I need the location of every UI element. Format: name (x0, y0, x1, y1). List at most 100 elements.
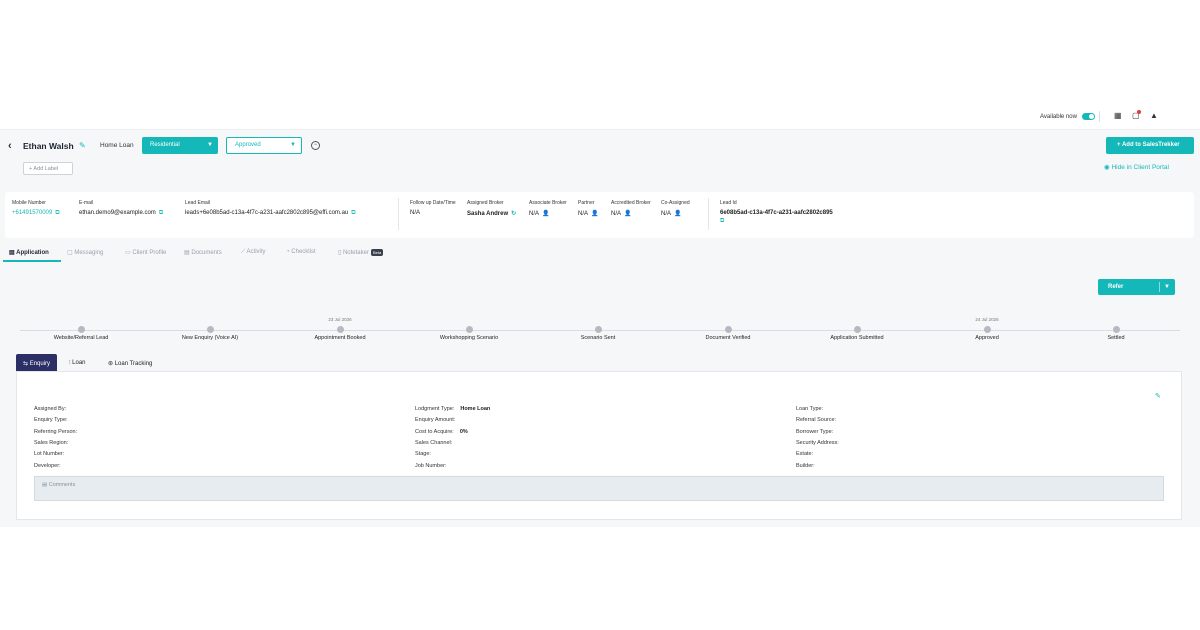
step-dot (336, 326, 344, 333)
category-dropdown[interactable]: Residential ▼ (142, 137, 218, 154)
field-value: Home Loan (460, 406, 491, 412)
follow-up-field: Follow up Date/Time N/A (410, 200, 456, 216)
tab-client-profile[interactable]: ▭ Client Profile (125, 249, 166, 256)
email-field: E-mail ethan.demo9@example.com ⧉ (79, 200, 164, 216)
edit-name-icon[interactable]: ✎ (79, 141, 86, 150)
tab-application[interactable]: ▤ Application (9, 249, 49, 256)
pipeline-step[interactable]: Workshopping Scenario (404, 317, 534, 341)
hide-in-client-portal-link[interactable]: ◉ Hide in Client Portal (1104, 163, 1169, 171)
step-label: Approved (975, 335, 999, 341)
step-label: Document Verified (705, 335, 751, 341)
step-date (1051, 317, 1181, 326)
assigned-broker-field: Assigned Broker Sasha Andrew ↻ (467, 200, 517, 217)
refer-button[interactable]: Refer ▼ (1098, 279, 1175, 295)
pipeline-step[interactable]: Website/Referral Lead (16, 317, 146, 341)
field-label: Lodgment Type: (415, 406, 455, 412)
associate-broker-field: Associate Broker N/A 👤 (529, 200, 567, 217)
step-label: New Enquiry (Voice AI) (181, 335, 239, 341)
comments-box[interactable]: ▤ Comments (34, 476, 1164, 501)
step-date (792, 317, 922, 326)
step-label: Workshopping Scenario (439, 335, 499, 341)
enquiry-field: Enquiry Amount: (415, 417, 461, 423)
tab-messaging[interactable]: ▢ Messaging (67, 249, 103, 256)
tab-activity[interactable]: ⟋ Activity (241, 249, 266, 256)
field-label: Cost to Acquire: (415, 428, 454, 435)
subtab-enquiry[interactable]: ⇆ Enquiry (16, 354, 58, 372)
refresh-icon[interactable]: ↻ (511, 211, 516, 217)
assign-user-icon[interactable]: 👤 (624, 211, 631, 217)
step-label: Scenario Sent (580, 335, 616, 341)
subtab-loan-tracking[interactable]: ⊛ Loan Tracking (101, 354, 159, 372)
category-dropdown-value: Residential (150, 142, 180, 148)
email-value: ethan.demo9@example.com ⧉ (79, 210, 164, 216)
tab-documents[interactable]: ▤ Documents (184, 249, 222, 256)
copy-icon[interactable]: ⧉ (720, 218, 833, 225)
field-label: Assigned By: (34, 406, 67, 412)
step-dot (594, 326, 602, 333)
enquiry-field: Lot Number: (34, 451, 70, 457)
enquiry-field: Estate: (796, 451, 819, 457)
field-label: Referring Person: (34, 428, 78, 435)
main-tabs: ▤ Application ▢ Messaging ▭ Client Profi… (3, 244, 403, 262)
co-assigned-field: Co-Assigned N/A 👤 (661, 200, 690, 217)
status-dropdown[interactable]: Approved ▼ (226, 137, 302, 154)
assigned-broker-value: Sasha Andrew ↻ (467, 211, 517, 217)
pipeline-step[interactable]: Application Submitted (792, 317, 922, 341)
enquiry-field: Sales Channel: (415, 440, 458, 446)
step-date: 23 Jul 2026 (328, 317, 352, 322)
copy-icon[interactable]: ⧉ (55, 210, 59, 216)
pipeline-step[interactable]: Document Verified (663, 317, 793, 341)
lead-info-card: Mobile Number +61491570009 ⧉ E-mail ethan… (5, 192, 1194, 238)
mobile-value[interactable]: +61491570009 ⧉ (12, 210, 60, 217)
copy-icon[interactable]: ⧉ (351, 210, 355, 216)
status-dropdown-value: Approved (235, 142, 261, 148)
field-label: Stage: (415, 451, 431, 458)
field-label: Sales Region: (34, 439, 69, 446)
split-divider (1159, 282, 1160, 292)
step-dot (1112, 326, 1120, 333)
copy-icon[interactable]: ⧉ (159, 210, 163, 216)
enquiry-field: Referral Source: (796, 417, 842, 423)
bell-icon[interactable]: ▲ (1150, 112, 1158, 120)
subtab-loan[interactable]: ⫶ Loan (62, 354, 93, 372)
pipeline-step[interactable]: Settled (1051, 317, 1181, 341)
step-date (533, 317, 663, 326)
options-icon[interactable]: − (311, 141, 320, 150)
back-icon[interactable]: ‹ (8, 140, 12, 152)
mobile-field: Mobile Number +61491570009 ⧉ (12, 200, 60, 217)
step-dot (206, 326, 214, 333)
pipeline-step[interactable]: 24 Jul 2026 Approved (922, 317, 1052, 341)
assign-user-icon[interactable]: 👤 (674, 211, 681, 217)
card-divider (398, 198, 399, 230)
step-label: Appointment Booked (314, 335, 366, 341)
availability-toggle[interactable]: Available now (1040, 113, 1095, 120)
toggle-switch[interactable] (1081, 113, 1095, 120)
assign-user-icon[interactable]: 👤 (591, 211, 598, 217)
step-dot (77, 326, 85, 333)
pipeline-step[interactable]: New Enquiry (Voice AI) (145, 317, 275, 341)
pipeline-step[interactable]: Scenario Sent (533, 317, 663, 341)
card-divider (708, 198, 709, 230)
field-label: Loan Type: (796, 406, 824, 412)
tab-checklist[interactable]: ◔ Checklist (286, 249, 316, 255)
enquiry-field: Loan Type: (796, 406, 829, 412)
enquiry-field: Builder: (796, 463, 821, 469)
field-label: Security Address: (796, 439, 839, 446)
add-to-salestrekker-button[interactable]: + Add to SalesTrekker (1106, 137, 1194, 154)
field-label: Builder: (796, 462, 815, 469)
field-label: Enquiry Amount: (415, 417, 456, 424)
tab-notetaker[interactable]: ▯ Notetaker Beta (338, 249, 384, 256)
step-label: Settled (1107, 335, 1125, 341)
pipeline-step[interactable]: 23 Jul 2026 Appointment Booked (275, 317, 405, 341)
assign-user-icon[interactable]: 👤 (542, 211, 549, 217)
field-label: Referral Source: (796, 417, 837, 424)
field-label: Developer: (34, 462, 61, 469)
calendar-icon[interactable]: ▦ (1114, 112, 1122, 120)
enquiry-field: Enquiry Type: (34, 417, 74, 423)
edit-icon[interactable]: ✎ (1155, 392, 1161, 400)
step-dot (465, 326, 473, 333)
caret-down-icon: ▼ (207, 142, 213, 148)
caret-down-icon[interactable]: ▼ (1164, 284, 1170, 290)
accredited-broker-field: Accredited Broker N/A 👤 (611, 200, 651, 217)
add-label-button[interactable]: + Add Label (23, 162, 73, 175)
